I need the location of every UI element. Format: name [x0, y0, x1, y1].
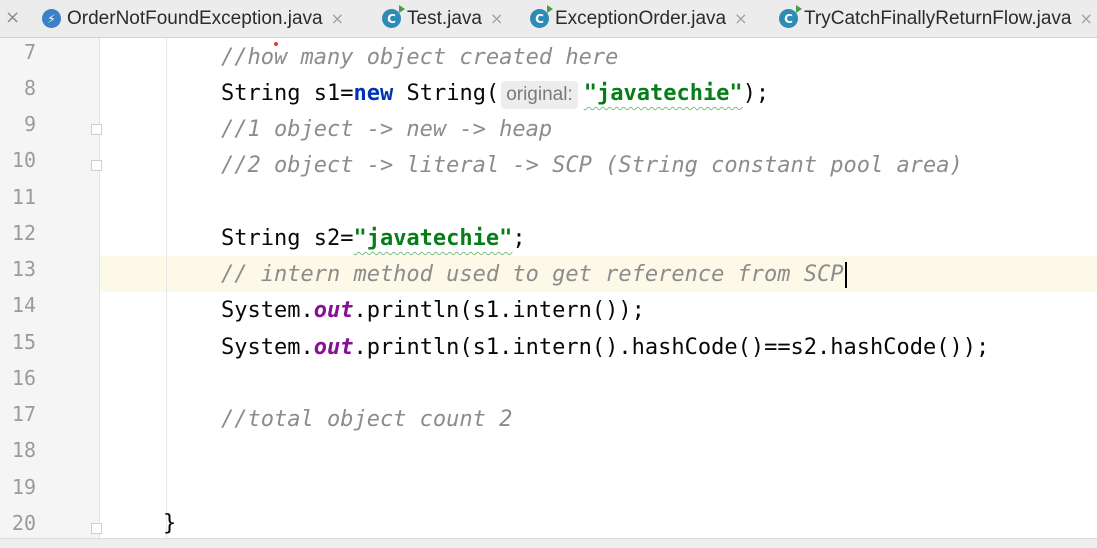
close-icon[interactable]: × — [5, 7, 20, 28]
line-number: 13 — [11, 257, 36, 281]
tab-close-icon[interactable]: × — [331, 9, 344, 28]
exception-class-icon: ⚡ — [42, 9, 61, 28]
code-line-17: //total object count 2 — [221, 407, 513, 432]
line-number-gutter[interactable]: 7 8 9 10 11 12 13 14 15 16 17 18 19 20 — [0, 38, 102, 538]
indent-guide — [166, 38, 167, 538]
runnable-class-icon: C — [382, 5, 405, 28]
closing-brace: } — [163, 511, 177, 536]
line-number: 16 — [11, 366, 36, 390]
parameter-hint: original: — [501, 81, 578, 109]
tab-close-icon[interactable]: × — [734, 9, 747, 28]
editor-tab-bar: × ⚡ OrderNotFoundException.java × C Test… — [0, 0, 1097, 38]
line-number: 9 — [23, 112, 36, 136]
code-editor[interactable]: //how many object created here String s1… — [100, 38, 1097, 538]
text-caret — [844, 262, 847, 288]
line-number: 20 — [11, 511, 36, 535]
runnable-class-icon: C — [779, 5, 802, 28]
runnable-class-icon: C — [530, 5, 553, 28]
line-number: 10 — [11, 148, 36, 172]
tab-close-icon[interactable]: × — [1080, 9, 1093, 28]
code-line-7: //how many object created here — [221, 45, 619, 70]
code-line-9: //1 object -> new -> heap — [221, 117, 553, 142]
line-number: 14 — [11, 293, 36, 317]
line-number: 18 — [11, 438, 36, 462]
code-line-10: //2 object -> literal -> SCP (String con… — [221, 153, 963, 178]
code-line-14: System.out.println(s1.intern()); — [221, 298, 645, 323]
line-number: 11 — [11, 185, 36, 209]
code-line-12: String s2="javatechie"; — [221, 226, 526, 251]
line-number: 19 — [11, 475, 36, 499]
tab-ordernotfoundexception[interactable]: ⚡ OrderNotFoundException.java × — [42, 0, 344, 37]
tab-trycatchfinallyreturnflow[interactable]: C TryCatchFinallyReturnFlow.java × — [779, 0, 1093, 37]
cursor-dot — [274, 42, 278, 46]
tab-label: Test.java — [407, 7, 482, 29]
tab-close-icon[interactable]: × — [490, 9, 503, 28]
code-line-8: String s1=new String(original: "javatechi… — [221, 76, 769, 112]
line-number: 12 — [11, 221, 36, 245]
code-line-13: // intern method used to get reference f… — [221, 257, 847, 293]
tab-exceptionorder[interactable]: C ExceptionOrder.java × — [530, 0, 748, 37]
tab-label: OrderNotFoundException.java — [67, 7, 323, 29]
line-number: 8 — [23, 76, 36, 100]
tab-label: ExceptionOrder.java — [555, 7, 727, 29]
tab-label: TryCatchFinallyReturnFlow.java — [804, 7, 1072, 29]
line-number: 7 — [23, 40, 36, 64]
line-number: 15 — [11, 330, 36, 354]
code-line-15: System.out.println(s1.intern().hashCode(… — [221, 335, 990, 360]
line-number: 17 — [11, 402, 36, 426]
tab-test[interactable]: C Test.java × — [382, 0, 503, 37]
